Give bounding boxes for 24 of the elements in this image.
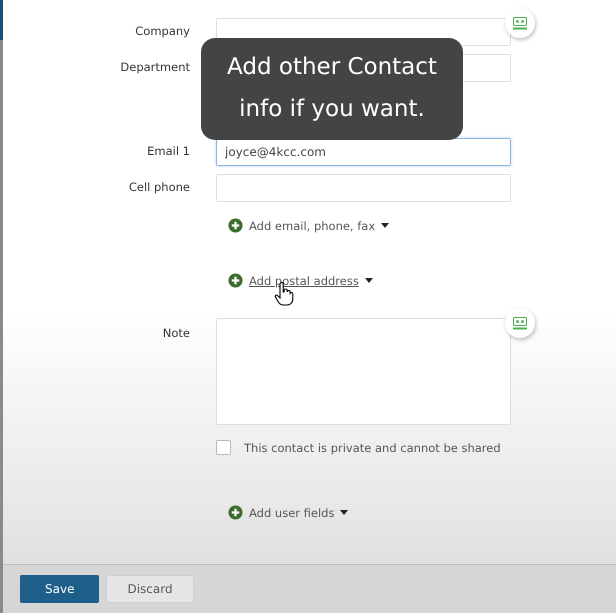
field-label: Email 1 <box>146 143 190 158</box>
contact-card-icon <box>513 16 527 30</box>
add-link[interactable]: Add email, phone, fax <box>228 218 390 233</box>
field-label: Company <box>134 23 190 38</box>
text-field[interactable] <box>216 174 511 202</box>
save-button[interactable]: Save <box>20 575 100 603</box>
add-link[interactable]: Add user fields <box>228 505 348 520</box>
caret-icon <box>340 510 348 515</box>
checkbox[interactable] <box>216 440 231 455</box>
text-field[interactable]: joyce@4kcc.com <box>216 138 511 166</box>
plus-icon <box>228 218 243 233</box>
plus-icon <box>228 505 243 520</box>
caption-overlay: Add other Contact info if you want. <box>201 38 463 140</box>
checkbox-label: This contact is private and cannot be shared <box>244 440 501 454</box>
contact-card-icon <box>513 316 527 330</box>
plus-icon <box>228 273 243 288</box>
add-link[interactable]: Add postal address <box>228 273 373 288</box>
discard-button[interactable]: Discard <box>106 575 194 603</box>
field-label: Cell phone <box>128 179 190 194</box>
caret-icon <box>381 223 390 228</box>
field-label: Department <box>119 59 190 74</box>
field-label: Note <box>162 325 190 340</box>
caret-icon <box>364 278 373 283</box>
note-field[interactable] <box>216 318 511 425</box>
